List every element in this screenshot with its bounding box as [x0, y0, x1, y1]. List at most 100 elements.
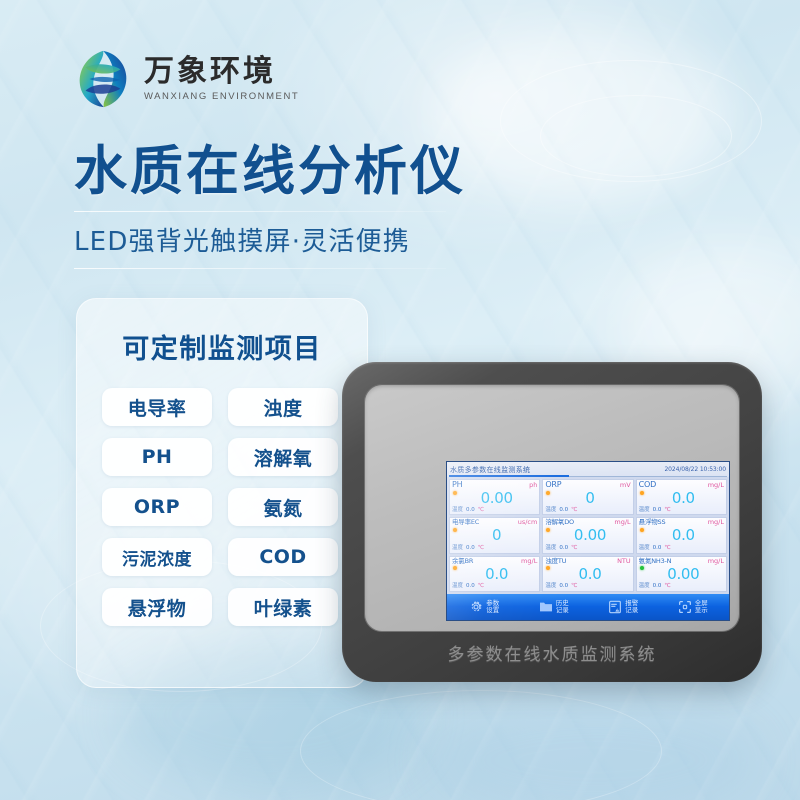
customizable-items-card: 可定制监测项目 电导率 浊度 PH 溶解氧 ORP 氨氮 污泥浓度 COD 悬浮… [76, 298, 368, 688]
device-front-panel: 水质多参数在线监测系统 2024/08/22 10:53:00 PH ph 0.… [364, 384, 740, 632]
monitor-item-tag[interactable]: 氨氮 [228, 488, 338, 526]
toolbar-label-line2: 记录 [625, 606, 639, 614]
temperature-label: 温度 [452, 506, 464, 513]
gear-icon [471, 601, 482, 612]
temperature-unit: ℃ [571, 506, 578, 513]
parameter-value: 0 [585, 488, 595, 507]
screen-title: 水质多参数在线监测系统 [450, 465, 531, 474]
status-led-icon [453, 527, 457, 532]
analyzer-device: 水质多参数在线监测系统 2024/08/22 10:53:00 PH ph 0.… [342, 362, 762, 682]
device-caption: 多参数在线水质监测系统 [447, 645, 657, 665]
monitor-item-tag[interactable]: ORP [102, 488, 212, 526]
brand-name-cn: 万象环境 [144, 53, 276, 89]
parameter-label: PH [452, 480, 463, 489]
folder-icon [539, 602, 552, 612]
monitor-item-tag-grid: 电导率 浊度 PH 溶解氧 ORP 氨氮 污泥浓度 COD 悬浮物 叶绿素 [102, 388, 342, 626]
monitor-item-tag[interactable]: COD [228, 538, 338, 576]
status-led-icon [639, 491, 644, 495]
temperature-unit: ℃ [664, 583, 671, 590]
temperature-label: 温度 [638, 545, 650, 552]
toolbar-label-line2: 设置 [486, 606, 500, 614]
brand-name-en: WANXIANG ENVIRONMENT [144, 91, 300, 103]
monitor-item-tag[interactable]: 悬浮物 [102, 588, 212, 626]
toolbar-label-line2: 记录 [555, 606, 569, 614]
header-accent-bar [449, 475, 569, 477]
temperature-unit: ℃ [477, 506, 484, 513]
monitor-item-tag[interactable]: 浊度 [228, 388, 338, 426]
screen-datetime: 2024/08/22 10:53:00 [664, 466, 726, 473]
water-ripple [540, 95, 732, 177]
temperature-label: 温度 [452, 583, 464, 590]
screen-toolbar: 参数 设置 历史 记录 报警 记录 全屏 显示 [447, 594, 729, 620]
parameter-cell-cod[interactable]: COD mg/L 0.0 温度 0.0 ℃ [635, 479, 727, 516]
monitor-item-tag[interactable]: 污泥浓度 [102, 538, 212, 576]
temperature-label: 温度 [545, 506, 557, 513]
parameter-value: 0.0 [671, 488, 695, 507]
parameter-cell-ph[interactable]: PH ph 0.00 温度 0.0 ℃ [449, 479, 541, 516]
status-led-icon [453, 491, 457, 495]
temperature-value: 0.0 [559, 545, 569, 552]
temperature-label: 温度 [638, 583, 650, 590]
globe-swoosh-logo-icon [79, 50, 127, 108]
monitor-item-tag[interactable]: 电导率 [102, 388, 212, 426]
parameter-value: 0 [492, 526, 502, 545]
toolbar-button-fullscreen[interactable]: 全屏 显示 [677, 599, 708, 615]
parameter-value: 0.00 [480, 488, 514, 507]
temperature-value: 0.0 [652, 545, 662, 552]
parameter-value: 0.0 [671, 526, 695, 545]
parameter-cell-br[interactable]: 余氯BR mg/L 0.0 温度 0.0 ℃ [449, 555, 541, 592]
parameter-unit: mV [619, 481, 631, 489]
parameter-value: 0.00 [667, 564, 700, 583]
temperature-value: 0.0 [559, 583, 569, 590]
toolbar-button-history[interactable]: 历史 记录 [538, 599, 569, 615]
page-title: 水质在线分析仪 [74, 141, 466, 202]
parameter-value: 0.00 [573, 526, 607, 545]
parameter-cell-orp[interactable]: ORP mV 0 温度 0.0 ℃ [542, 479, 634, 516]
brand-logo: 万象环境 WANXIANG ENVIRONMENT [72, 48, 299, 110]
parameter-label: COD [638, 480, 657, 489]
parameter-cell-do[interactable]: 溶解氧DO mg/L 0.00 温度 0.0 ℃ [542, 517, 634, 554]
toolbar-button-settings[interactable]: 参数 设置 [468, 599, 499, 615]
toolbar-label-line2: 显示 [694, 606, 708, 614]
monitor-item-tag[interactable]: PH [102, 438, 212, 476]
temperature-value: 0.0 [466, 506, 475, 513]
temperature-label: 温度 [545, 583, 557, 590]
page-subtitle: LED强背光触摸屏·灵活便携 [74, 227, 410, 258]
divider [74, 268, 446, 270]
parameter-cell-nh3n[interactable]: 氨氮NH3-N mg/L 0.00 温度 0.0 ℃ [635, 555, 727, 592]
temperature-unit: ℃ [571, 583, 578, 590]
parameter-cell-ec[interactable]: 电导率EC us/cm 0 温度 0.0 ℃ [449, 517, 541, 554]
status-led-icon [639, 566, 644, 571]
lcd-screen[interactable]: 水质多参数在线监测系统 2024/08/22 10:53:00 PH ph 0.… [447, 462, 729, 620]
temperature-label: 温度 [452, 545, 464, 552]
water-ripple [300, 690, 662, 800]
promo-page: 万象环境 WANXIANG ENVIRONMENT 水质在线分析仪 LED强背光… [0, 0, 800, 800]
card-title: 可定制监测项目 [122, 334, 322, 365]
temperature-unit: ℃ [571, 545, 578, 552]
temperature-value: 0.0 [652, 583, 662, 590]
header-thin-rule [569, 476, 727, 477]
water-shadow-blob [430, 700, 760, 800]
temperature-unit: ℃ [477, 583, 484, 590]
parameter-unit: ph [529, 481, 538, 489]
toolbar-button-alarm-log[interactable]: 报警 记录 [607, 599, 638, 615]
status-led-icon [639, 527, 644, 532]
temperature-label: 温度 [545, 545, 557, 552]
temperature-unit: ℃ [664, 506, 671, 513]
parameter-grid: PH ph 0.00 温度 0.0 ℃ ORP mV 0 温度 0.0 ℃ CO… [447, 477, 729, 594]
water-ripple [500, 60, 762, 182]
parameter-value: 0.0 [578, 564, 602, 583]
monitor-item-tag[interactable]: 叶绿素 [228, 588, 338, 626]
alarm-doc-icon [609, 600, 622, 614]
parameter-cell-ss[interactable]: 悬浮物SS mg/L 0.0 温度 0.0 ℃ [635, 517, 727, 554]
temperature-value: 0.0 [652, 506, 662, 513]
temperature-value: 0.0 [466, 545, 475, 552]
hero-headline: 水质在线分析仪 LED强背光触摸屏·灵活便携 [74, 141, 494, 270]
parameter-cell-tu[interactable]: 浊度TU NTU 0.0 温度 0.0 ℃ [542, 555, 634, 592]
temperature-label: 温度 [638, 506, 650, 513]
divider [74, 211, 446, 213]
monitor-item-tag[interactable]: 溶解氧 [228, 438, 338, 476]
temperature-value: 0.0 [559, 506, 569, 513]
parameter-label: ORP [545, 480, 562, 489]
fullscreen-icon [678, 601, 691, 613]
